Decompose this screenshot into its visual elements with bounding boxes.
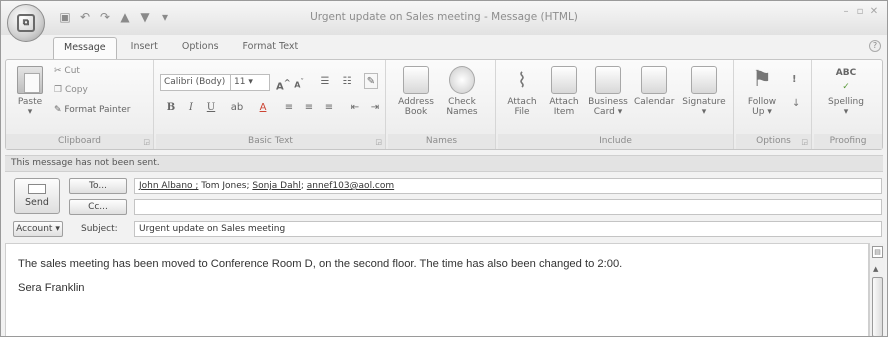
send-button[interactable]: Send: [14, 178, 60, 214]
copy-button[interactable]: ❐ Copy: [54, 85, 88, 95]
envelope-icon: [551, 66, 577, 94]
maximize-button[interactable]: ▫: [855, 6, 865, 17]
cc-field[interactable]: [134, 199, 882, 215]
dialog-launcher-icon[interactable]: ◲: [143, 138, 150, 146]
numbering-icon[interactable]: ☷: [340, 74, 354, 90]
window-controls: – ▫ ✕: [841, 6, 879, 17]
message-body[interactable]: The sales meeting has been moved to Conf…: [5, 243, 869, 336]
to-field[interactable]: John Albano ; Tom Jones; Sonja Dahl; ann…: [134, 178, 882, 194]
align-right-icon[interactable]: ≡: [322, 100, 336, 116]
cc-button[interactable]: Cc...: [69, 199, 127, 215]
styles-icon[interactable]: ✎: [364, 73, 378, 89]
subject-label: Subject:: [81, 224, 118, 234]
spelling-button[interactable]: ABC ✓ Spelling ▾: [826, 66, 866, 117]
ribbon-tabs: Message Insert Options Format Text: [53, 37, 308, 59]
cut-button[interactable]: ✂ Cut: [54, 66, 80, 76]
paperclip-icon: ⌇: [517, 68, 527, 92]
ruler-toggle-icon[interactable]: ▤: [872, 246, 883, 258]
attach-file-button[interactable]: ⌇ Attach File: [502, 66, 542, 117]
vertical-scrollbar[interactable]: ▤ ▲: [869, 243, 885, 336]
basic-text-group-label: Basic Text: [156, 134, 385, 149]
check-names-button[interactable]: Check Names: [442, 66, 482, 117]
tab-message[interactable]: Message: [53, 37, 117, 59]
bullets-icon[interactable]: ☰: [318, 74, 332, 90]
account-button[interactable]: Account ▾: [13, 221, 63, 237]
dialog-launcher-icon[interactable]: ◲: [801, 138, 808, 146]
brush-icon: ✎: [54, 105, 62, 115]
decrease-indent-icon[interactable]: ⇤: [348, 100, 362, 116]
scroll-thumb[interactable]: [872, 277, 883, 336]
tab-format-text[interactable]: Format Text: [233, 37, 309, 59]
high-importance-button[interactable]: !: [792, 74, 797, 85]
signature-button[interactable]: Signature ▾: [680, 66, 728, 117]
include-group-label: Include: [498, 134, 733, 149]
options-group-label: Options: [736, 134, 811, 149]
address-book-icon: [403, 66, 429, 94]
highlight-icon[interactable]: ab: [230, 100, 244, 116]
send-envelope-icon: [28, 184, 46, 194]
paste-button[interactable]: Paste ▾: [10, 66, 50, 117]
tab-insert[interactable]: Insert: [121, 37, 168, 59]
calendar-button[interactable]: Calendar: [634, 66, 674, 107]
clipboard-group: Paste ▾ ✂ Cut ❐ Copy ✎ Format Painter Cl…: [6, 60, 154, 149]
shrink-font-button[interactable]: Aˇ: [292, 74, 306, 90]
body-paragraph: The sales meeting has been moved to Conf…: [18, 258, 623, 270]
include-group: ⌇ Attach File Attach Item Business Card …: [498, 60, 734, 149]
scissors-icon: ✂: [54, 66, 62, 76]
proofing-group-label: Proofing: [814, 134, 882, 149]
clipboard-group-label: Clipboard: [6, 134, 153, 149]
check-names-icon: [449, 66, 475, 94]
grow-font-button[interactable]: A^: [276, 74, 291, 92]
tab-options[interactable]: Options: [172, 37, 229, 59]
signature-line: Sera Franklin: [18, 282, 85, 294]
spelling-check-icon: ABC ✓: [835, 68, 857, 92]
font-size-select[interactable]: 11 ▾: [230, 74, 270, 91]
increase-indent-icon[interactable]: ⇥: [368, 100, 382, 116]
paste-icon: [17, 66, 43, 94]
recipient[interactable]: John Albano ;: [139, 181, 198, 191]
flag-icon: ⚑: [752, 67, 772, 92]
ribbon: Paste ▾ ✂ Cut ❐ Copy ✎ Format Painter Cl…: [5, 59, 883, 150]
to-button[interactable]: To...: [69, 178, 127, 194]
font-name-select[interactable]: Calibri (Body): [160, 74, 236, 91]
recipient[interactable]: Sonja Dahl: [252, 181, 300, 191]
align-center-icon[interactable]: ≡: [302, 100, 316, 116]
window-title: Urgent update on Sales meeting - Message…: [310, 11, 578, 23]
dialog-launcher-icon[interactable]: ◲: [375, 138, 382, 146]
names-group: Address Book Check Names Names: [388, 60, 496, 149]
address-book-button[interactable]: Address Book: [396, 66, 436, 117]
options-group: ⚑ Follow Up ▾ ! ↓ Options ◲: [736, 60, 812, 149]
italic-button[interactable]: I: [184, 100, 198, 116]
align-left-icon[interactable]: ≡: [282, 100, 296, 116]
copy-icon: ❐: [54, 85, 63, 95]
underline-button[interactable]: U: [204, 100, 218, 116]
recipient[interactable]: annef103@aol.com: [307, 181, 394, 191]
business-card-button[interactable]: Business Card ▾: [588, 66, 628, 117]
title-bar: ▣ ↶ ↷ ▲ ▼ ▾ Urgent update on Sales meeti…: [1, 1, 887, 35]
outlook-message-window: ▣ ↶ ↷ ▲ ▼ ▾ Urgent update on Sales meeti…: [0, 0, 888, 337]
info-bar: This message has not been sent.: [5, 155, 883, 172]
recipient[interactable]: Tom Jones;: [198, 181, 252, 191]
business-card-icon: [595, 66, 621, 94]
help-icon[interactable]: ?: [869, 40, 881, 52]
format-painter-button[interactable]: ✎ Format Painter: [54, 105, 131, 115]
office-button[interactable]: ⧉: [7, 4, 45, 42]
proofing-group: ABC ✓ Spelling ▾ Proofing: [814, 60, 882, 149]
calendar-icon: [641, 66, 667, 94]
office-logo-icon: ⧉: [17, 14, 35, 32]
close-button[interactable]: ✕: [869, 6, 879, 17]
low-importance-icon[interactable]: ↓: [792, 98, 800, 109]
minimize-button[interactable]: –: [841, 6, 851, 17]
subject-field[interactable]: Urgent update on Sales meeting: [134, 221, 882, 237]
attach-item-button[interactable]: Attach Item: [544, 66, 584, 117]
follow-up-button[interactable]: ⚑ Follow Up ▾: [742, 66, 782, 117]
names-group-label: Names: [388, 134, 495, 149]
chevron-down-icon: ▾: [55, 224, 60, 234]
scroll-up-icon[interactable]: ▲: [873, 265, 878, 273]
signature-icon: [691, 66, 717, 94]
font-color-icon[interactable]: A: [256, 100, 270, 116]
basic-text-group: Calibri (Body) 11 ▾ A^ Aˇ ☰ ☷ ✎ B I U ab…: [156, 60, 386, 149]
bold-button[interactable]: B: [164, 100, 178, 116]
